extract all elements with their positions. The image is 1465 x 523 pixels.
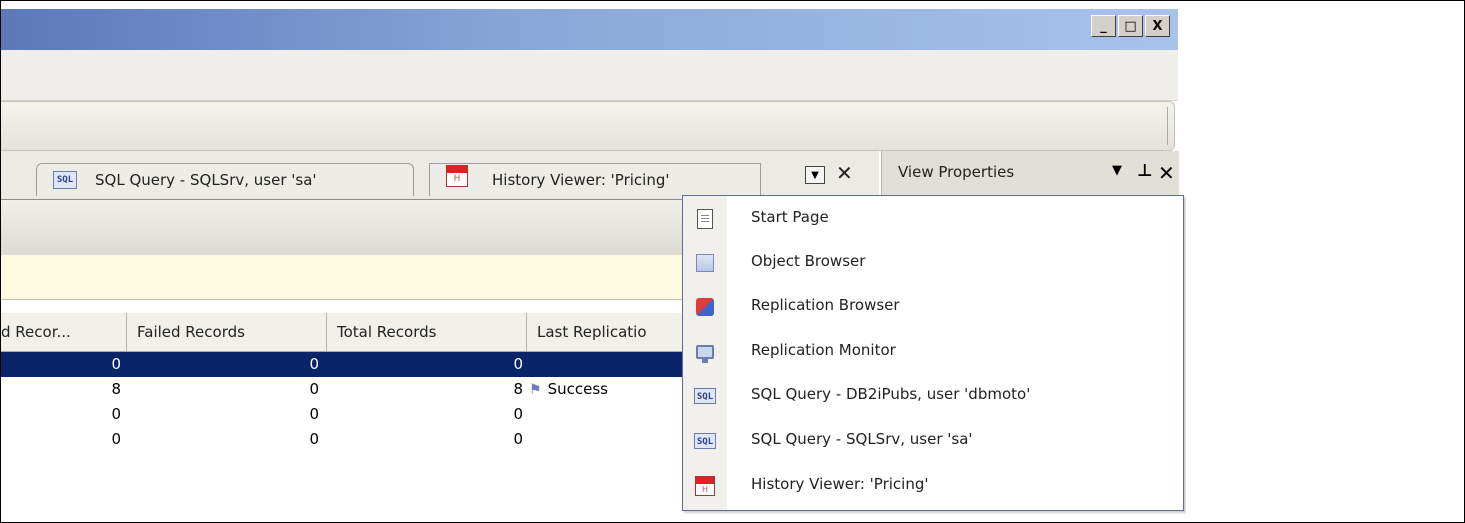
- toolbar-separator: [1167, 107, 1170, 145]
- menu-item-label: Replication Monitor: [751, 341, 896, 359]
- cell-total: 0: [513, 355, 523, 373]
- cell-replicated: 0: [111, 405, 121, 423]
- view-properties-title: View Properties: [898, 163, 1015, 181]
- menu-item-replication-browser[interactable]: Replication Browser: [683, 284, 1183, 328]
- cell-failed: 0: [309, 430, 319, 448]
- panel-dropdown-icon[interactable]: ▼: [1112, 163, 1122, 178]
- tab-list-dropdown-icon[interactable]: ▼: [805, 166, 825, 184]
- menu-item-label: SQL Query - DB2iPubs, user 'dbmoto': [751, 385, 1031, 403]
- menu-item-sql-query-db2ipubs[interactable]: SQL SQL Query - DB2iPubs, user 'dbmoto': [683, 373, 1183, 417]
- title-bar: _ □ X: [1, 9, 1178, 50]
- tab-label: SQL Query - SQLSrv, user 'sa': [95, 171, 317, 189]
- menu-item-label: Start Page: [751, 208, 829, 226]
- menu-item-label: Replication Browser: [751, 296, 900, 314]
- menu-item-label: SQL Query - SQLSrv, user 'sa': [751, 430, 973, 448]
- menu-item-replication-monitor[interactable]: Replication Monitor: [683, 329, 1183, 373]
- cell-replicated: 8: [111, 380, 121, 398]
- document-tab-strip: SQL SQL Query - SQLSrv, user 'sa' H Hist…: [1, 151, 879, 200]
- status-text: Success: [547, 380, 608, 398]
- cell-total: 0: [513, 430, 523, 448]
- tab-sql-query-sqlsrv[interactable]: SQL SQL Query - SQLSrv, user 'sa': [36, 163, 414, 196]
- toolbar: [1, 101, 1175, 151]
- menu-item-label: Object Browser: [751, 252, 866, 270]
- menu-item-object-browser[interactable]: Object Browser: [683, 240, 1183, 284]
- view-properties-header: View Properties ▼ ⊥ ✕: [881, 151, 1179, 196]
- application-window: _ □ X SQL SQL Query - SQLSrv, user 'sa' …: [1, 1, 1186, 520]
- column-header-total-records[interactable]: Total Records: [327, 313, 527, 351]
- menu-item-sql-query-sqlsrv[interactable]: SQL SQL Query - SQLSrv, user 'sa': [683, 418, 1183, 462]
- sql-icon: SQL: [694, 430, 716, 452]
- panel-close-icon[interactable]: ✕: [1158, 161, 1175, 185]
- replication-icon: [694, 296, 716, 318]
- column-header-failed-records[interactable]: Failed Records: [127, 313, 327, 351]
- calendar-icon: H: [446, 165, 468, 187]
- menu-item-start-page[interactable]: Start Page: [683, 196, 1183, 240]
- flag-icon: ⚑: [529, 382, 542, 398]
- column-header-replicated-records[interactable]: d Recor...: [1, 313, 127, 351]
- menu-bar: [1, 50, 1178, 101]
- page-icon: [694, 208, 716, 230]
- cell-replicated: 0: [111, 430, 121, 448]
- cell-failed: 0: [309, 355, 319, 373]
- monitor-icon: [694, 341, 716, 363]
- close-window-button[interactable]: X: [1145, 15, 1170, 37]
- menu-item-label: History Viewer: 'Pricing': [751, 475, 929, 493]
- cell-replicated: 0: [111, 355, 121, 373]
- object-browser-icon: [694, 252, 716, 274]
- menu-item-history-viewer[interactable]: H History Viewer: 'Pricing': [683, 463, 1183, 507]
- tab-close-icon[interactable]: ✕: [836, 161, 853, 185]
- cell-total: 8: [513, 380, 523, 398]
- sql-icon: SQL: [53, 171, 77, 189]
- cell-failed: 0: [309, 405, 319, 423]
- pin-icon[interactable]: ⊥: [1137, 161, 1153, 181]
- cell-failed: 0: [309, 380, 319, 398]
- maximize-button[interactable]: □: [1118, 15, 1143, 37]
- minimize-button[interactable]: _: [1091, 15, 1116, 37]
- sql-icon: SQL: [694, 385, 716, 407]
- calendar-icon: H: [694, 475, 716, 497]
- window-controls: _ □ X: [1091, 15, 1170, 37]
- cell-total: 0: [513, 405, 523, 423]
- tab-history-viewer[interactable]: H History Viewer: 'Pricing': [429, 163, 761, 196]
- calendar-icon-letter: H: [453, 174, 461, 184]
- tab-label: History Viewer: 'Pricing': [492, 171, 670, 189]
- window-list-menu: Start Page Object Browser Replication Br…: [682, 195, 1184, 511]
